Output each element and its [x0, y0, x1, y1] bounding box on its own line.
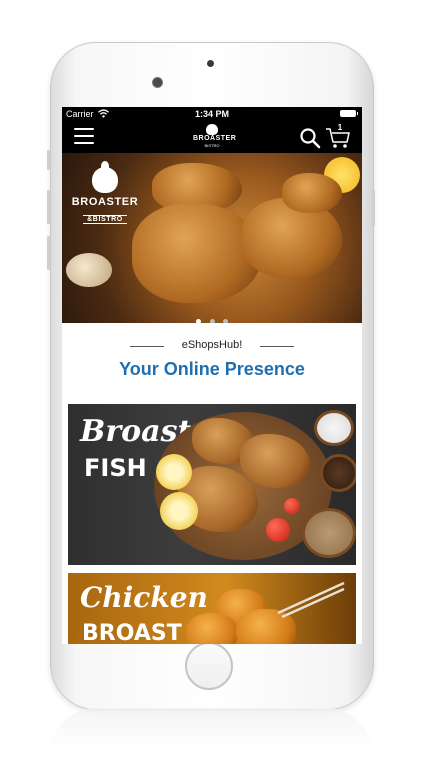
tomato-image — [266, 518, 290, 542]
carousel-dot[interactable] — [209, 319, 215, 323]
status-bar: Carrier 1:34 PM — [62, 107, 362, 121]
tagline-divider-right — [260, 346, 294, 347]
tagline-title: Your Online Presence — [119, 359, 305, 379]
banner-title: Chicken — [80, 581, 208, 614]
carousel-pagination — [62, 311, 362, 323]
hero-garlic-image — [66, 253, 112, 287]
front-camera — [152, 77, 163, 88]
power-button — [372, 190, 375, 226]
header-logo[interactable]: BROASTER BISTRO — [193, 124, 237, 152]
rooster-icon — [92, 161, 118, 193]
earpiece-speaker — [207, 60, 214, 67]
phone-reflection — [50, 708, 372, 768]
volume-up-button — [47, 190, 50, 224]
hero-carousel[interactable]: BROASTER &BISTRO — [62, 153, 362, 323]
spice-bowl-image — [302, 508, 356, 558]
status-time: 1:34 PM — [194, 109, 229, 119]
carousel-dot[interactable] — [222, 319, 228, 323]
fry-basket-icon — [277, 581, 345, 619]
hero-chicken-piece — [132, 203, 262, 303]
carousel-dot[interactable] — [196, 319, 202, 323]
category-banner-chicken-broast[interactable]: Chicken BROAST — [68, 573, 356, 644]
battery-icon — [340, 110, 358, 117]
hero-brand-logo: BROASTER &BISTRO — [68, 161, 142, 226]
tagline-row: eShopsHub! — [62, 339, 362, 353]
banner-subtitle: BROAST — [82, 621, 182, 644]
cart-count-badge: 1 — [337, 123, 343, 132]
header-logo-text: BROASTER — [193, 135, 237, 142]
hero-logo-line1: BROASTER — [71, 196, 139, 208]
tomato-image — [284, 498, 300, 514]
home-button[interactable] — [185, 642, 233, 690]
spice-bowl-image — [314, 410, 354, 446]
lemon-slice-image — [156, 454, 192, 490]
fried-chicken-image — [186, 613, 238, 644]
category-banner-broast-fish[interactable]: Broast FISH — [68, 404, 356, 565]
app-screen: Carrier 1:34 PM BROASTER BISTRO 1 BROAST… — [62, 107, 362, 644]
spice-bowl-image — [320, 454, 356, 492]
banner-subtitle: FISH — [84, 454, 147, 482]
hamburger-menu-icon[interactable] — [74, 128, 94, 145]
header-logo-subtext: BISTRO — [204, 143, 220, 148]
tagline-subtitle: eShopsHub! — [181, 339, 243, 351]
hero-chicken-piece — [282, 173, 342, 213]
lemon-slice-image — [160, 492, 198, 530]
hero-logo-line2: &BISTRO — [83, 215, 127, 224]
top-navigation-bar: BROASTER BISTRO 1 — [62, 121, 362, 153]
rooster-logo-icon — [206, 124, 218, 135]
search-icon[interactable] — [299, 127, 321, 149]
mute-switch — [47, 150, 50, 170]
volume-down-button — [47, 236, 50, 270]
